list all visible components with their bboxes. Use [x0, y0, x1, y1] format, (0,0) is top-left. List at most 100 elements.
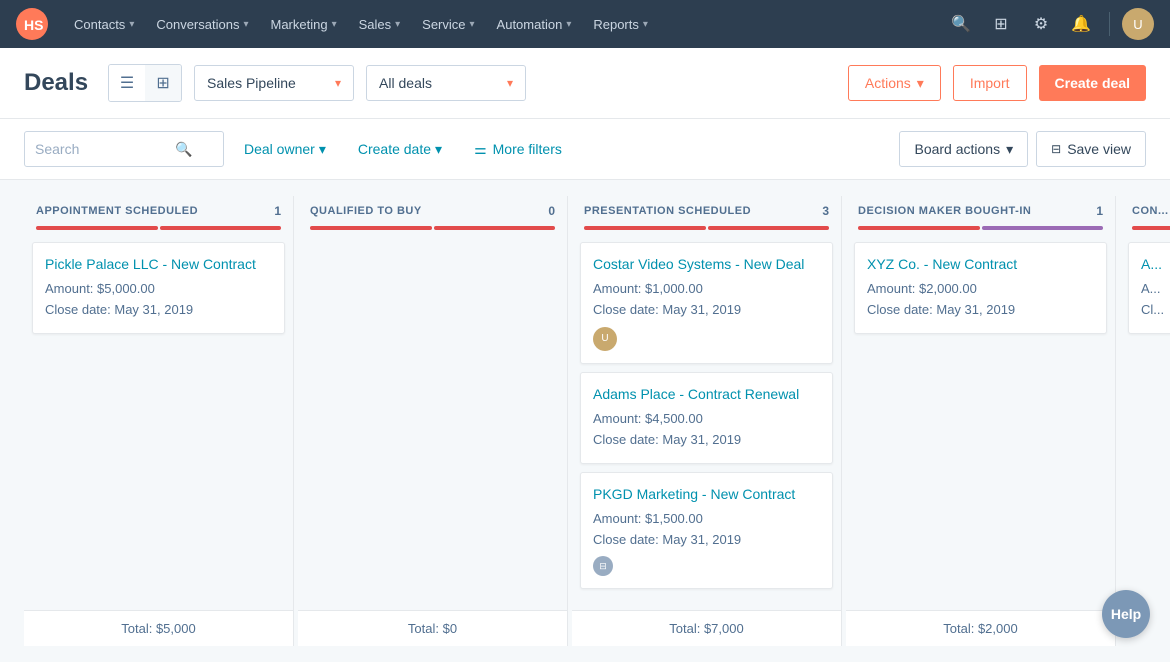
top-navigation: HS Contacts ▾ Conversations ▾ Marketing …	[0, 0, 1170, 48]
grid-icon[interactable]: ⊞	[985, 8, 1017, 40]
chevron-down-icon: ▾	[435, 141, 442, 158]
create-deal-button[interactable]: Create deal	[1039, 65, 1146, 101]
deal-card-close-date: Close date: May 31, 2019	[45, 300, 272, 321]
kanban-board: APPOINTMENT SCHEDULED 1 Pickle Palace LLC …	[0, 180, 1170, 662]
nav-divider	[1109, 12, 1110, 36]
column-cards: XYZ Co. - New ContractAmount: $2,000.00C…	[846, 238, 1115, 610]
hubspot-logo[interactable]: HS	[16, 8, 48, 40]
actions-button[interactable]: Actions ▾	[848, 65, 941, 101]
chevron-down-icon: ▾	[395, 19, 400, 30]
deal-owner-filter[interactable]: Deal owner ▾	[232, 131, 338, 167]
deal-card-amount: Amount: $4,500.00	[593, 409, 820, 430]
deals-filter-selector[interactable]: All deals ▾	[366, 65, 526, 101]
deal-card-amount: Amount: $2,000.00	[867, 279, 1094, 300]
deal-card-close-date: Close date: May 31, 2019	[593, 300, 820, 321]
deal-card[interactable]: A...A...Cl...	[1128, 242, 1170, 334]
view-toggle: ☰ ⊞	[108, 64, 182, 102]
list-view-button[interactable]: ☰	[109, 65, 145, 101]
deal-card[interactable]: Adams Place - Contract Renewal Amount: $4…	[580, 372, 833, 464]
deal-card-avatar: U	[593, 327, 617, 351]
deal-card[interactable]: Pickle Palace LLC - New Contract Amount: …	[32, 242, 285, 334]
chevron-down-icon: ▾	[507, 76, 513, 90]
deal-card-title: Costar Video Systems - New Deal	[593, 255, 820, 273]
chevron-down-icon: ▾	[129, 19, 134, 30]
board-view-button[interactable]: ⊞	[145, 65, 181, 101]
search-input[interactable]	[35, 141, 175, 157]
deal-card-icon: ⊟	[593, 556, 613, 576]
nav-links: Contacts ▾ Conversations ▾ Marketing ▾ S…	[64, 11, 945, 38]
deal-card-close-date: Close date: May 31, 2019	[593, 430, 820, 451]
column-footer-total: Total: $2,000	[846, 610, 1115, 646]
column-cards: Costar Video Systems - New Deal Amount: $…	[572, 238, 841, 610]
column-progress-bar	[1132, 226, 1170, 230]
deal-card[interactable]: Costar Video Systems - New Deal Amount: $…	[580, 242, 833, 364]
deal-card[interactable]: XYZ Co. - New ContractAmount: $2,000.00C…	[854, 242, 1107, 334]
kanban-column-appointment-scheduled: APPOINTMENT SCHEDULED 1 Pickle Palace LLC …	[24, 196, 294, 646]
nav-sales[interactable]: Sales ▾	[349, 11, 411, 38]
deal-card-amount: Amount: $1,500.00	[593, 509, 820, 530]
settings-icon[interactable]: ⚙	[1025, 8, 1057, 40]
search-icon: 🔍	[175, 141, 192, 158]
bell-icon[interactable]: 🔔	[1065, 8, 1097, 40]
column-footer-total: Total: $7,000	[572, 610, 841, 646]
save-view-button[interactable]: ⊟ Save view	[1036, 131, 1146, 167]
chevron-down-icon: ▾	[917, 75, 924, 92]
deal-card-amount: A...	[1141, 279, 1170, 300]
column-title: DECISION MAKER BOUGHT-IN	[858, 205, 1031, 217]
column-count: 1	[274, 204, 281, 218]
nav-reports[interactable]: Reports ▾	[583, 11, 658, 38]
filter-bar: 🔍 Deal owner ▾ Create date ▾ ⚌ More filt…	[0, 119, 1170, 180]
deal-card-title: Adams Place - Contract Renewal	[593, 385, 820, 403]
avatar[interactable]: U	[1122, 8, 1154, 40]
chevron-down-icon: ▾	[332, 19, 337, 30]
search-icon[interactable]: 🔍	[945, 8, 977, 40]
chevron-down-icon: ▾	[243, 19, 248, 30]
create-date-filter[interactable]: Create date ▾	[346, 131, 454, 167]
nav-conversations[interactable]: Conversations ▾	[146, 11, 258, 38]
board-actions-button[interactable]: Board actions ▾	[899, 131, 1028, 167]
column-count: 3	[822, 204, 829, 218]
deal-card-title: XYZ Co. - New Contract	[867, 255, 1094, 273]
chevron-down-icon: ▾	[470, 19, 475, 30]
column-progress-bar	[584, 226, 829, 230]
kanban-column-qualified-to-buy: QUALIFIED TO BUY0Total: $0	[298, 196, 568, 646]
import-button[interactable]: Import	[953, 65, 1027, 101]
chevron-down-icon: ▾	[566, 19, 571, 30]
deal-card-amount: Amount: $5,000.00	[45, 279, 272, 300]
deal-card-close-date: Cl...	[1141, 300, 1170, 321]
deal-card-amount: Amount: $1,000.00	[593, 279, 820, 300]
nav-service[interactable]: Service ▾	[412, 11, 484, 38]
deal-card[interactable]: PKGD Marketing - New Contract Amount: $1,…	[580, 472, 833, 590]
pipeline-selector[interactable]: Sales Pipeline ▾	[194, 65, 354, 101]
column-progress-bar	[310, 226, 555, 230]
column-count: 1	[1096, 204, 1103, 218]
more-filters-button[interactable]: ⚌ More filters	[462, 131, 574, 167]
help-button[interactable]: Help	[1102, 590, 1150, 638]
column-title: CON...	[1132, 205, 1169, 217]
deal-card-title: A...	[1141, 255, 1170, 273]
deal-card-title: PKGD Marketing - New Contract	[593, 485, 820, 503]
nav-marketing[interactable]: Marketing ▾	[260, 11, 346, 38]
nav-right-actions: 🔍 ⊞ ⚙ 🔔 U	[945, 8, 1154, 40]
chevron-down-icon: ▾	[319, 141, 326, 158]
search-box[interactable]: 🔍	[24, 131, 224, 167]
kanban-column-decision-maker-bought-in: DECISION MAKER BOUGHT-IN 1 XYZ Co. - New C…	[846, 196, 1116, 646]
column-header: PRESENTATION SCHEDULED3	[572, 196, 841, 226]
nav-automation[interactable]: Automation ▾	[487, 11, 582, 38]
column-title: APPOINTMENT SCHEDULED	[36, 205, 198, 217]
column-progress-bar	[36, 226, 281, 230]
deal-card-title: Pickle Palace LLC - New Contract	[45, 255, 272, 273]
deal-card-close-date: Close date: May 31, 2019	[593, 530, 820, 551]
column-header: DECISION MAKER BOUGHT-IN 1	[846, 196, 1115, 226]
svg-text:HS: HS	[24, 17, 43, 33]
page-title: Deals	[24, 69, 88, 97]
chevron-down-icon: ▾	[643, 19, 648, 30]
column-cards: A...A...Cl...	[1120, 238, 1170, 646]
page-header: Deals ☰ ⊞ Sales Pipeline ▾ All deals ▾ A…	[0, 48, 1170, 119]
chevron-down-icon: ▾	[335, 76, 341, 90]
chevron-down-icon: ▾	[1006, 141, 1013, 158]
column-header: APPOINTMENT SCHEDULED 1	[24, 196, 293, 226]
column-footer-total: Total: $5,000	[24, 610, 293, 646]
nav-contacts[interactable]: Contacts ▾	[64, 11, 144, 38]
column-header: CON...0	[1120, 196, 1170, 226]
